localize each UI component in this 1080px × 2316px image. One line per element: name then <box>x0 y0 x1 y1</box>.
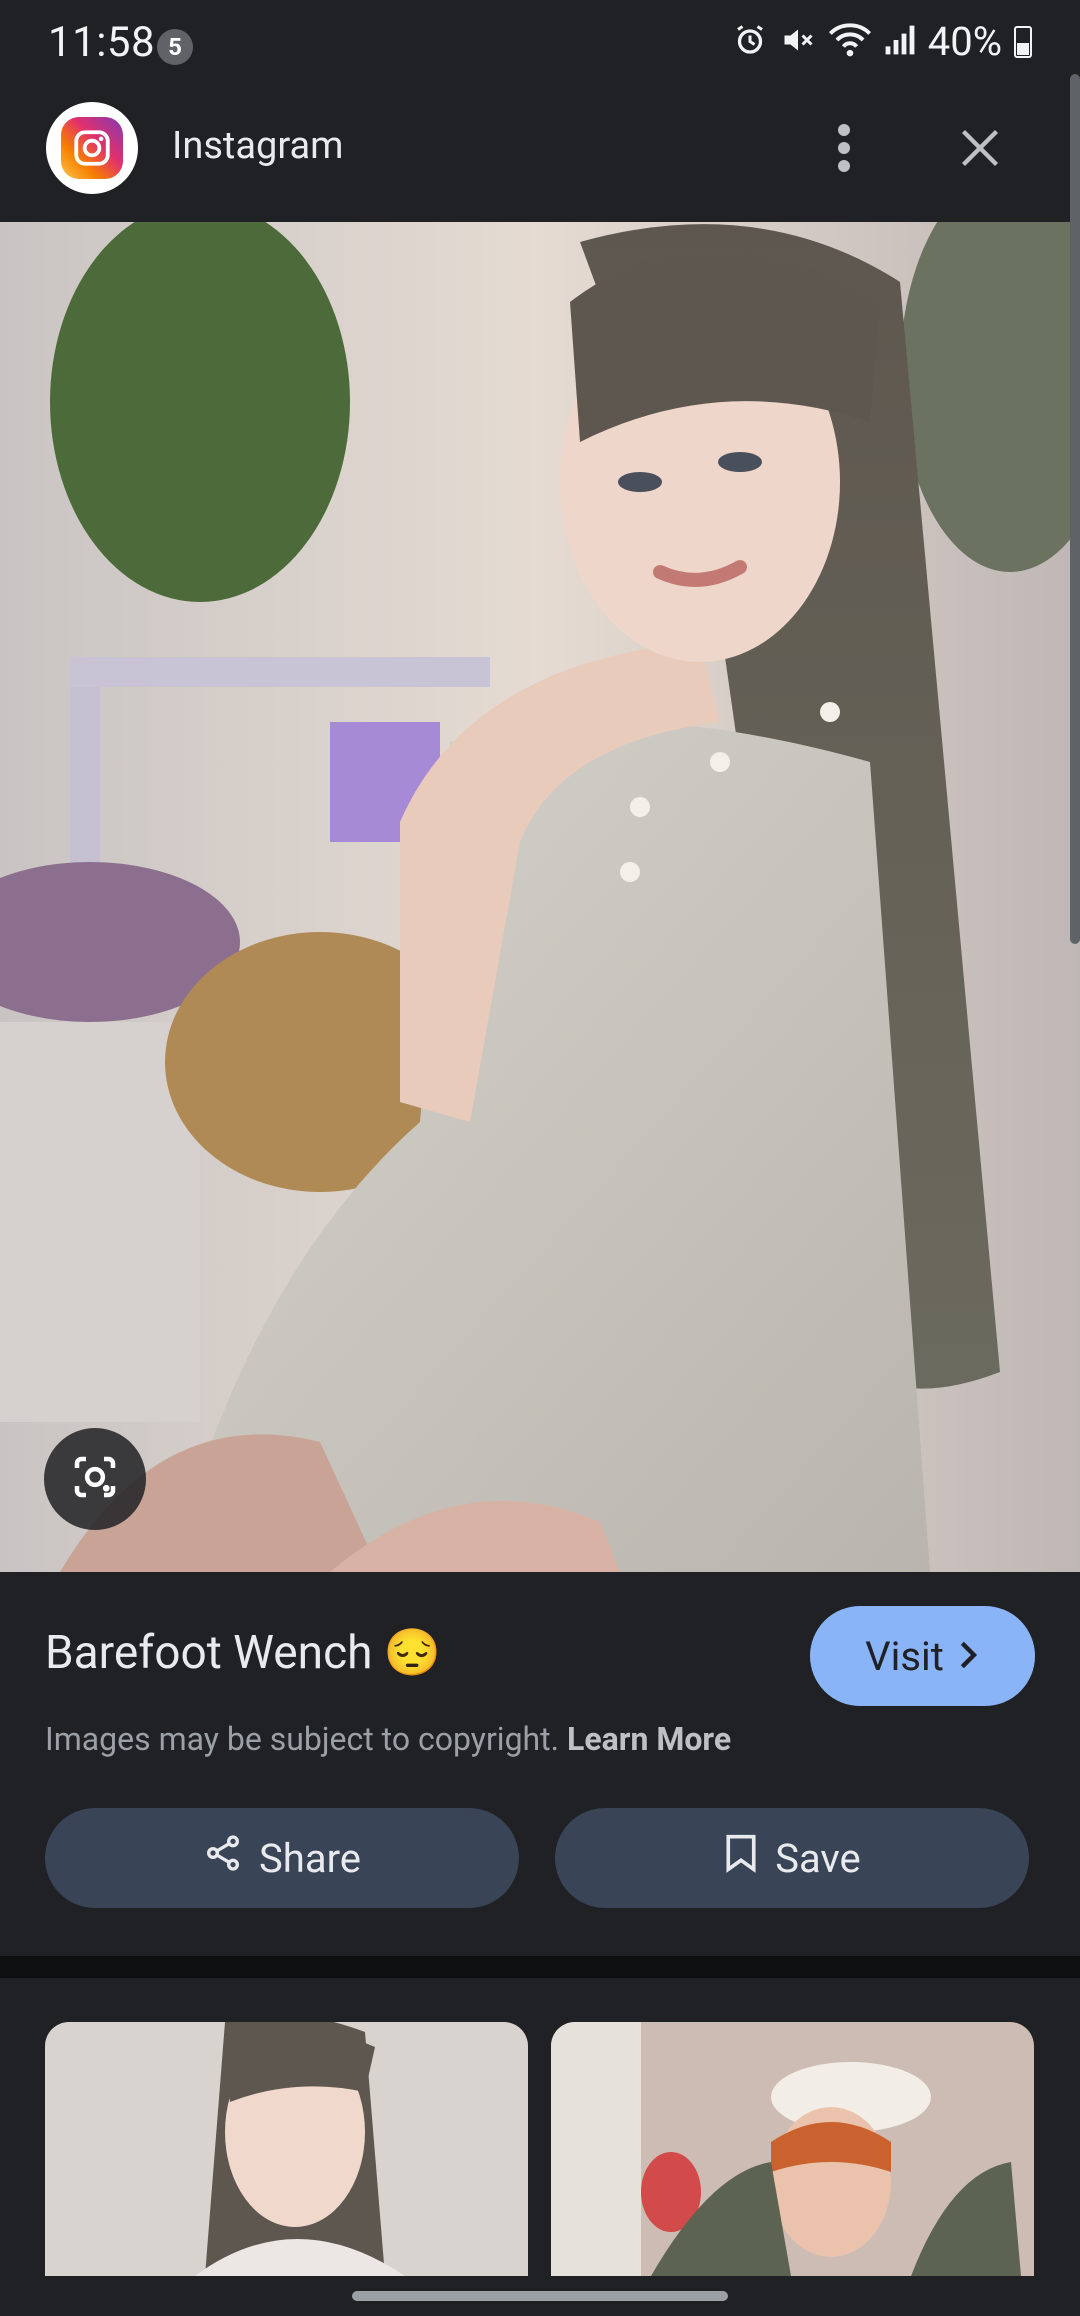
source-header: Instagram <box>0 74 1080 222</box>
share-button-label: Share <box>259 1834 361 1882</box>
copyright-notice: Images may be subject to copyright. Lear… <box>45 1720 731 1758</box>
close-icon[interactable] <box>950 118 1010 178</box>
copyright-text: Images may be subject to copyright. <box>45 1720 560 1758</box>
mute-icon <box>780 22 816 62</box>
status-time: 11:58 <box>48 18 156 67</box>
gesture-nav-handle[interactable] <box>352 2291 728 2301</box>
battery-percent: 40% <box>927 18 1002 65</box>
alarm-icon <box>732 22 768 62</box>
main-result-image[interactable] <box>0 222 1080 1572</box>
result-title: Barefoot Wench 😔 <box>45 1626 442 1680</box>
share-icon <box>203 1833 243 1883</box>
scrollbar-thumb[interactable] <box>1070 74 1080 944</box>
result-info-panel: Barefoot Wench 😔 Visit Images may be sub… <box>0 1572 1080 1956</box>
signal-icon <box>884 24 916 60</box>
related-image-thumbnail[interactable] <box>551 2022 1034 2276</box>
status-icons: 40% <box>732 18 1032 65</box>
learn-more-link[interactable]: Learn More <box>567 1720 731 1758</box>
status-bar: 11:58 5 40% <box>0 0 1080 74</box>
instagram-icon <box>61 117 123 179</box>
related-images-grid <box>0 1978 1080 2316</box>
more-vert-icon[interactable] <box>820 116 868 180</box>
google-lens-button[interactable] <box>44 1428 146 1530</box>
source-title[interactable]: Instagram <box>172 124 344 168</box>
visit-button-label: Visit <box>865 1632 944 1680</box>
save-button-label: Save <box>775 1834 861 1882</box>
section-divider <box>0 1956 1080 1978</box>
chevron-right-icon <box>958 1633 980 1680</box>
save-button[interactable]: Save <box>555 1808 1029 1908</box>
instagram-logo[interactable] <box>46 102 138 194</box>
bookmark-icon <box>723 1833 759 1883</box>
google-lens-icon <box>68 1450 122 1508</box>
share-button[interactable]: Share <box>45 1808 519 1908</box>
wifi-icon <box>828 22 872 62</box>
visit-button[interactable]: Visit <box>810 1606 1035 1706</box>
related-image-thumbnail[interactable] <box>45 2022 528 2276</box>
notification-count-badge: 5 <box>157 29 193 65</box>
battery-icon <box>1014 25 1032 58</box>
